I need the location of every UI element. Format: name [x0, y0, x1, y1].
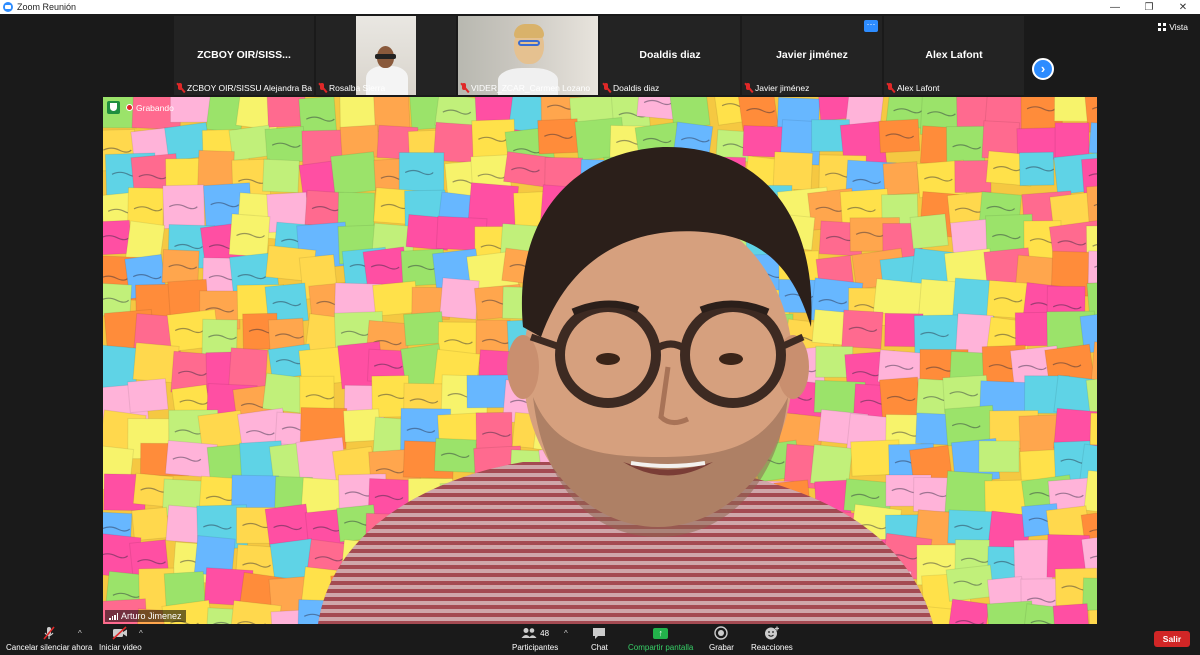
participant-tile[interactable]: Rosalba Sierra	[316, 16, 456, 95]
speaker-person	[318, 146, 933, 624]
participant-name: Rosalba Sierra	[329, 83, 386, 93]
participant-caption: Rosalba Sierra	[318, 82, 385, 94]
microphone-muted-icon	[43, 626, 55, 640]
window-controls: — ❐ ✕	[1098, 0, 1200, 14]
tile-more-options-button[interactable]: ···	[864, 20, 878, 32]
record-icon	[714, 626, 729, 640]
participant-tile[interactable]: Alex Lafont Alex Lafont	[884, 16, 1024, 95]
audio-options-caret[interactable]: ^	[78, 629, 82, 638]
share-screen-label: Compartir pantalla	[628, 643, 694, 652]
participant-caption: Doaldis diaz	[602, 82, 659, 94]
meeting-toolbar: Cancelar silenciar ahora ^ Iniciar video…	[0, 624, 1200, 655]
view-label: Vista	[1169, 22, 1188, 32]
unmute-label: Cancelar silenciar ahora	[6, 643, 93, 652]
speaker-caption: Arturo Jimenez	[105, 610, 186, 622]
participant-name: Javier jiménez	[755, 83, 810, 93]
participant-display-name: Javier jiménez	[776, 49, 848, 61]
participant-display-name: ZCBOY OIR/SISS...	[197, 49, 291, 61]
recording-label: Grabando	[136, 102, 174, 113]
recording-dot-icon	[126, 104, 133, 111]
active-speaker-video[interactable]: Grabando Arturo Jimenez	[103, 97, 1097, 624]
video-off-icon	[112, 626, 128, 640]
minimize-button[interactable]: —	[1098, 0, 1132, 14]
participant-strip: ZCBOY OIR/SISS... ZCBOY OIR/SISSU Alejan…	[0, 14, 1200, 96]
participant-tile[interactable]: ··· Javier jiménez Javier jiménez	[742, 16, 882, 95]
participant-tile[interactable]: VIDER_ZCAR_Carmen Lozano	[458, 16, 598, 95]
participant-caption: ZCBOY OIR/SISSU Alejandra Barr...	[176, 82, 312, 94]
start-video-label: Iniciar video	[99, 643, 142, 652]
reactions-icon	[764, 626, 779, 640]
share-screen-icon: ↑	[653, 627, 669, 639]
security-shield-icon[interactable]	[107, 101, 120, 114]
participant-display-name: Doaldis diaz	[639, 49, 701, 61]
mic-muted-icon	[318, 83, 327, 93]
participants-label: Participantes	[512, 643, 559, 652]
chat-label: Chat	[591, 643, 608, 652]
participant-name: Alex Lafont	[897, 83, 940, 93]
start-video-button[interactable]: Iniciar video	[99, 626, 142, 652]
restore-button[interactable]: ❐	[1132, 0, 1166, 14]
mic-muted-icon	[602, 83, 611, 93]
participant-tile[interactable]: Doaldis diaz Doaldis diaz	[600, 16, 740, 95]
participants-count: 48	[540, 628, 550, 638]
chat-button[interactable]: Chat	[591, 626, 608, 652]
participants-options-caret[interactable]: ^	[564, 629, 568, 638]
recording-indicator[interactable]: Grabando	[107, 101, 174, 114]
share-screen-button[interactable]: ↑ Compartir pantalla	[628, 626, 693, 652]
participant-tile[interactable]: ZCBOY OIR/SISS... ZCBOY OIR/SISSU Alejan…	[174, 16, 314, 95]
participant-name: ZCBOY OIR/SISSU Alejandra Barr...	[187, 83, 312, 93]
grid-icon	[1158, 23, 1167, 31]
participant-name: Doaldis diaz	[613, 83, 660, 93]
chat-icon	[593, 627, 606, 639]
zoom-logo-icon	[3, 2, 13, 12]
participant-caption: VIDER_ZCAR_Carmen Lozano	[460, 82, 590, 94]
mic-muted-icon	[460, 83, 469, 93]
close-button[interactable]: ✕	[1166, 0, 1200, 14]
participant-name: VIDER_ZCAR_Carmen Lozano	[471, 83, 591, 93]
participant-caption: Alex Lafont	[886, 82, 940, 94]
signal-strength-icon	[109, 612, 118, 620]
participants-button[interactable]: 48 Participantes	[512, 626, 558, 652]
mic-muted-icon	[886, 83, 895, 93]
zoom-window: Zoom Reunión — ❐ ✕ ZCBOY OIR/SISS... ZCB…	[0, 0, 1200, 655]
participants-icon	[521, 628, 537, 638]
leave-meeting-button[interactable]: Salir	[1154, 631, 1190, 647]
title-bar: Zoom Reunión — ❐ ✕	[0, 0, 1200, 14]
mic-muted-icon	[744, 83, 753, 93]
window-title: Zoom Reunión	[17, 2, 77, 12]
record-button[interactable]: Grabar	[709, 626, 734, 652]
next-page-button[interactable]: ›	[1032, 58, 1054, 80]
video-options-caret[interactable]: ^	[139, 629, 143, 638]
participant-display-name: Alex Lafont	[925, 49, 983, 61]
mic-muted-icon	[176, 83, 185, 93]
speaker-name: Arturo Jimenez	[121, 611, 182, 621]
record-label: Grabar	[709, 643, 734, 652]
reactions-button[interactable]: Reacciones	[751, 626, 793, 652]
view-button[interactable]: Vista	[1158, 22, 1188, 32]
participant-caption: Javier jiménez	[744, 82, 809, 94]
reactions-label: Reacciones	[751, 643, 793, 652]
